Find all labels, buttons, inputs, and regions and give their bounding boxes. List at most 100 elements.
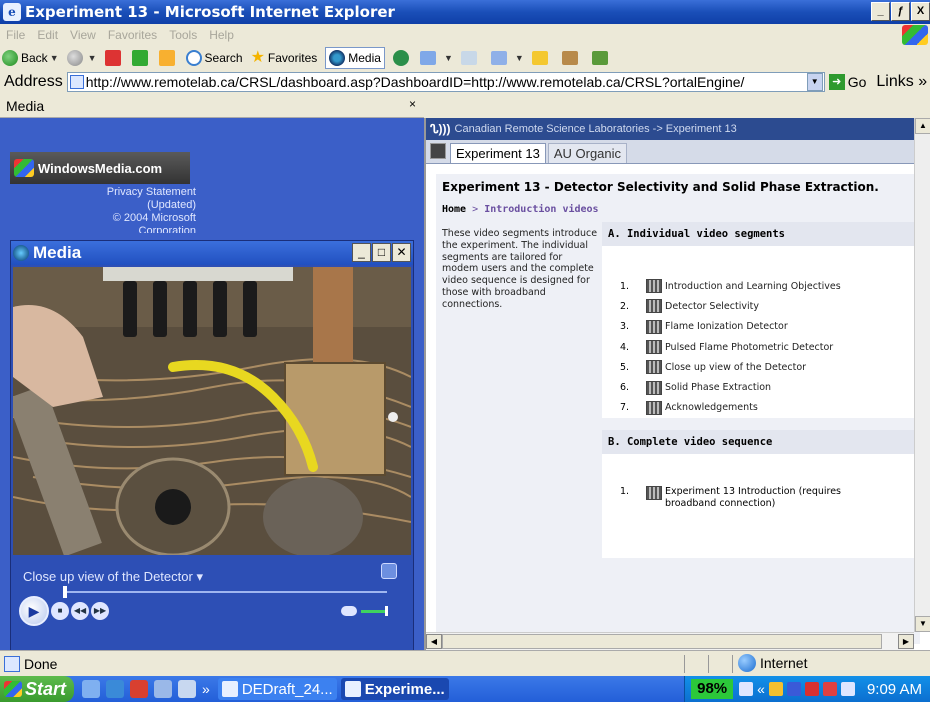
- home-button[interactable]: [158, 50, 178, 66]
- power-plug-icon[interactable]: [739, 682, 754, 696]
- menu-favorites[interactable]: Favorites: [108, 28, 157, 42]
- favorites-button[interactable]: ★ Favorites: [251, 50, 318, 66]
- horizontal-scroll-thumb[interactable]: [442, 634, 882, 649]
- complete-video-link[interactable]: Experiment 13 Introduction (requires bro…: [665, 486, 865, 510]
- breadcrumb-home[interactable]: Home: [442, 204, 466, 215]
- refresh-icon: [131, 50, 148, 66]
- segment-link[interactable]: Acknowledgements: [665, 402, 758, 413]
- chevron-down-icon[interactable]: ▼: [444, 53, 453, 63]
- volume-icon[interactable]: [840, 682, 855, 696]
- search-button[interactable]: Search: [185, 50, 243, 66]
- scroll-left-icon[interactable]: ◀: [426, 634, 442, 649]
- quick-launch-more[interactable]: »: [202, 681, 210, 697]
- chevron-down-icon[interactable]: ▼: [515, 53, 524, 63]
- menu-edit[interactable]: Edit: [37, 28, 58, 42]
- seek-bar[interactable]: [63, 586, 387, 598]
- stop-button[interactable]: ■: [51, 602, 69, 620]
- scroll-up-icon[interactable]: ▲: [915, 118, 930, 134]
- task-button-dedraft[interactable]: DEDraft_24...: [217, 678, 337, 700]
- messenger-button[interactable]: [591, 51, 614, 65]
- minimize-button[interactable]: _: [871, 2, 890, 21]
- scroll-right-icon[interactable]: ▶: [898, 634, 914, 649]
- network-icon[interactable]: [804, 682, 819, 696]
- tray-app-icon[interactable]: [768, 682, 783, 696]
- media-pane-close-button[interactable]: ×: [409, 97, 416, 111]
- windowsmedia-link[interactable]: WindowsMedia.com: [10, 152, 190, 184]
- segment-link[interactable]: Detector Selectivity: [665, 301, 759, 312]
- list-item[interactable]: 5. Close up view of the Detector: [620, 357, 920, 377]
- media-close-button[interactable]: ✕: [392, 243, 411, 262]
- edit-button[interactable]: ▼: [490, 51, 524, 65]
- vertical-scrollbar[interactable]: ▲ ▼: [914, 118, 930, 632]
- ie-icon[interactable]: [106, 680, 125, 698]
- history-button[interactable]: [392, 50, 412, 66]
- print-button[interactable]: [460, 51, 483, 65]
- playlist-button[interactable]: [381, 563, 397, 579]
- previous-button[interactable]: ◀◀: [71, 602, 89, 620]
- volume-slider[interactable]: [341, 606, 397, 616]
- list-item[interactable]: 4. Pulsed Flame Photometric Detector: [620, 337, 920, 357]
- film-icon: [646, 486, 662, 500]
- battery-indicator[interactable]: 98%: [691, 679, 734, 699]
- menu-file[interactable]: File: [6, 28, 25, 42]
- speaker-icon[interactable]: [341, 606, 357, 616]
- list-item[interactable]: 6. Solid Phase Extraction: [620, 377, 920, 397]
- segment-link[interactable]: Pulsed Flame Photometric Detector: [665, 342, 833, 353]
- menu-tools[interactable]: Tools: [169, 28, 197, 42]
- media-restore-button[interactable]: □: [372, 243, 391, 262]
- scroll-down-icon[interactable]: ▼: [915, 616, 930, 632]
- chevron-down-icon[interactable]: ▼: [50, 53, 59, 63]
- play-button[interactable]: ▶: [19, 596, 49, 626]
- horizontal-scrollbar[interactable]: ◀ ▶: [426, 632, 914, 650]
- tray-app-icon[interactable]: [822, 682, 837, 696]
- segment-link[interactable]: Flame Ionization Detector: [665, 321, 788, 332]
- next-button[interactable]: ▶▶: [91, 602, 109, 620]
- list-item[interactable]: 1. Experiment 13 Introduction (requires …: [602, 454, 920, 510]
- now-playing-title[interactable]: Close up view of the Detector ▾: [23, 569, 203, 585]
- tray-expand-button[interactable]: «: [757, 681, 765, 697]
- media-player-icon[interactable]: [130, 680, 149, 698]
- stop-button[interactable]: [104, 50, 124, 66]
- shield-icon[interactable]: [786, 682, 801, 696]
- start-button[interactable]: Start: [0, 676, 75, 702]
- show-desktop-icon[interactable]: [82, 680, 101, 698]
- segment-link[interactable]: Close up view of the Detector: [665, 362, 806, 373]
- list-item[interactable]: 7. Acknowledgements: [620, 398, 920, 418]
- address-bar: Address http://www.remotelab.ca/CRSL/das…: [0, 70, 930, 94]
- search-label: Search: [204, 51, 243, 65]
- links-button[interactable]: Links »: [876, 73, 927, 91]
- menu-help[interactable]: Help: [209, 28, 234, 42]
- refresh-button[interactable]: [131, 50, 151, 66]
- segment-link[interactable]: Solid Phase Extraction: [665, 382, 771, 393]
- tab-experiment-13[interactable]: Experiment 13: [450, 143, 546, 163]
- messenger-icon[interactable]: [178, 680, 197, 698]
- dashboard-icon[interactable]: [430, 143, 446, 159]
- list-item[interactable]: 1. Introduction and Learning Objectives: [620, 276, 920, 296]
- back-button[interactable]: Back ▼: [2, 50, 59, 66]
- go-button[interactable]: ➜ Go: [828, 74, 866, 90]
- volume-thumb[interactable]: [385, 606, 388, 616]
- media-player-titlebar[interactable]: Media _ □ ✕: [11, 241, 413, 265]
- media-minimize-button[interactable]: _: [352, 243, 371, 262]
- list-item[interactable]: 2. Detector Selectivity: [620, 296, 920, 316]
- video-frame[interactable]: [13, 267, 411, 555]
- forward-button[interactable]: ▼: [66, 50, 97, 66]
- folder-button[interactable]: [531, 51, 554, 65]
- menu-view[interactable]: View: [70, 28, 96, 42]
- restore-button[interactable]: ƒ: [891, 2, 910, 21]
- chevron-down-icon[interactable]: ▾: [196, 569, 203, 584]
- list-item[interactable]: 3. Flame Ionization Detector: [620, 317, 920, 337]
- tab-au-organic[interactable]: AU Organic: [547, 143, 628, 163]
- mail-button[interactable]: ▼: [419, 51, 453, 65]
- close-button[interactable]: X: [911, 2, 930, 21]
- privacy-link[interactable]: Privacy Statement: [10, 186, 196, 199]
- address-input[interactable]: http://www.remotelab.ca/CRSL/dashboard.a…: [66, 72, 825, 92]
- address-dropdown-icon[interactable]: ▼: [806, 73, 823, 91]
- task-button-experiment[interactable]: Experime...: [340, 678, 449, 700]
- outlook-icon[interactable]: [154, 680, 173, 698]
- media-button[interactable]: Media: [325, 47, 385, 69]
- chevron-down-icon[interactable]: ▼: [88, 53, 97, 63]
- clock[interactable]: 9:09 AM: [867, 681, 922, 698]
- segment-link[interactable]: Introduction and Learning Objectives: [665, 281, 841, 292]
- research-button[interactable]: [561, 51, 584, 65]
